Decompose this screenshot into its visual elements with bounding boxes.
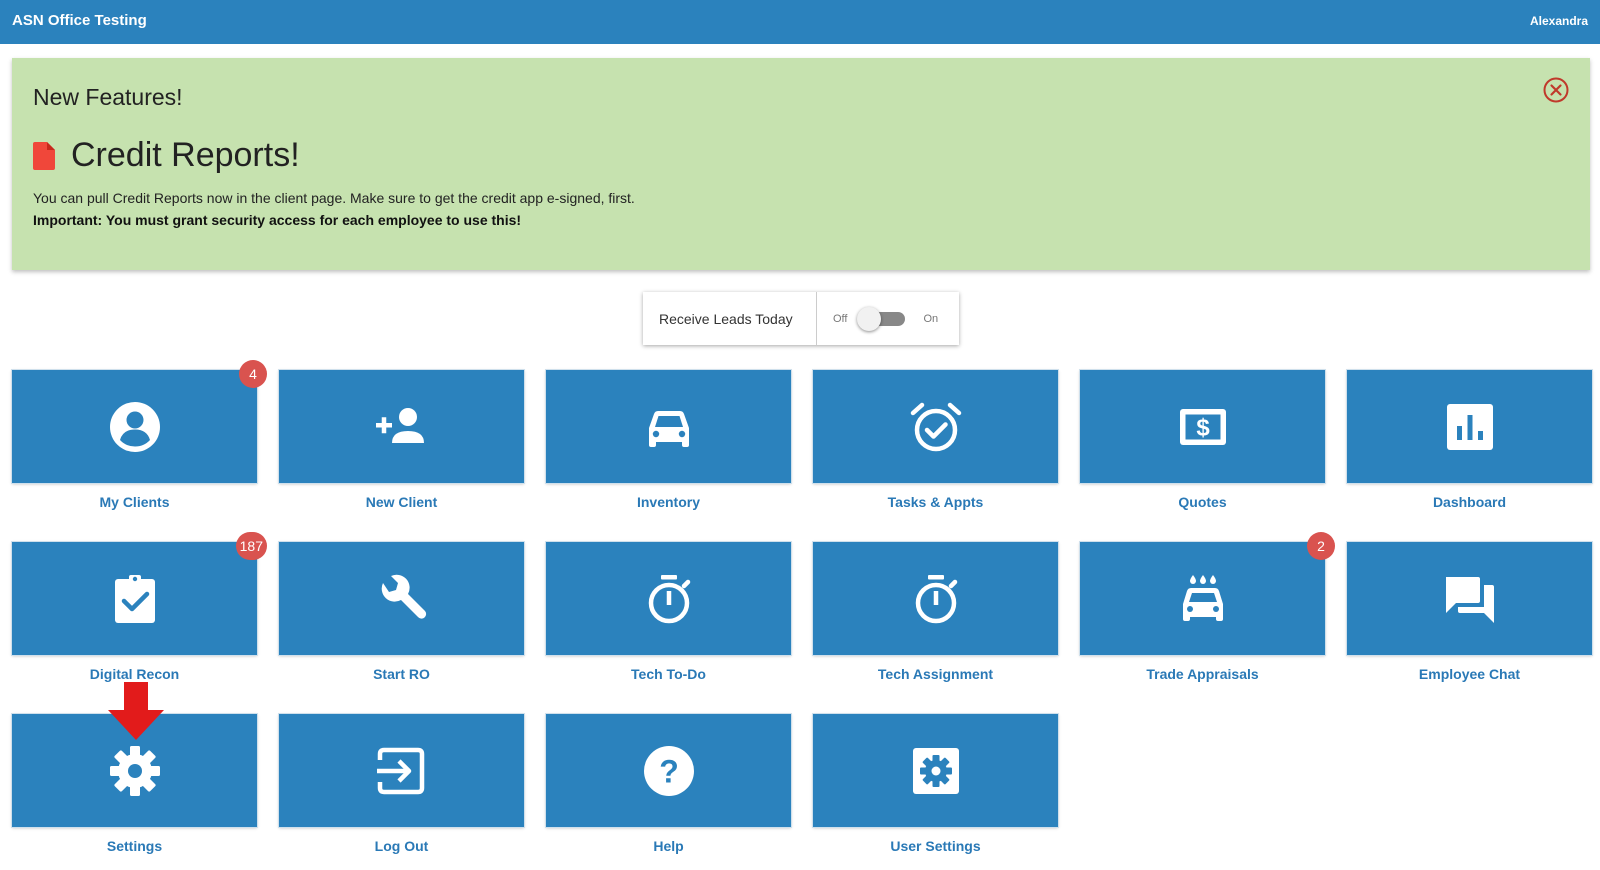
digital-recon-badge: 187 — [235, 532, 267, 560]
wrench-icon — [381, 574, 426, 619]
receive-leads-card: Receive Leads Today Off On — [643, 292, 959, 345]
stopwatch-icon — [915, 574, 957, 623]
tile-label-trade-appraisals[interactable]: Trade Appraisals — [1080, 666, 1325, 682]
tile-tasks-appts[interactable] — [813, 370, 1058, 483]
tile-label-start-ro[interactable]: Start RO — [279, 666, 524, 682]
account-circle-icon — [109, 401, 160, 452]
tile-digital-recon[interactable]: 187 — [12, 532, 267, 655]
user-name[interactable]: Alexandra — [1530, 14, 1588, 28]
arrow-down-icon — [108, 682, 164, 740]
tile-user-settings[interactable] — [813, 714, 1058, 827]
tile-label-new-client[interactable]: New Client — [279, 494, 524, 510]
tile-label-dashboard[interactable]: Dashboard — [1347, 494, 1592, 510]
tile-help[interactable]: ? — [546, 714, 791, 827]
bar-chart-icon — [1446, 403, 1493, 450]
settings-box-icon — [912, 747, 959, 794]
tile-quotes[interactable]: $ — [1080, 370, 1325, 483]
clipboard-check-icon — [114, 574, 155, 623]
tile-label-my-clients[interactable]: My Clients — [12, 494, 257, 510]
dollar-icon: $ — [1179, 408, 1226, 445]
svg-text:?: ? — [659, 753, 679, 789]
feature-message: You can pull Credit Reports now in the c… — [33, 190, 635, 206]
receive-leads-label: Receive Leads Today — [643, 292, 817, 345]
alarm-check-icon — [910, 402, 961, 451]
tile-label-tech-assignment[interactable]: Tech Assignment — [813, 666, 1058, 682]
logout-icon — [376, 747, 424, 794]
stopwatch-icon — [648, 574, 690, 623]
new-features-banner: New Features! Credit Reports! You can pu… — [12, 58, 1590, 270]
app-title: ASN Office Testing — [12, 12, 147, 29]
close-icon[interactable] — [1542, 76, 1570, 104]
tile-label-log-out[interactable]: Log Out — [279, 838, 524, 854]
feature-row: Credit Reports! — [33, 136, 300, 175]
tile-label-tasks-appts[interactable]: Tasks & Appts — [813, 494, 1058, 510]
tile-label-quotes[interactable]: Quotes — [1080, 494, 1325, 510]
gear-icon — [109, 745, 160, 796]
important-message: Important: You must grant security acces… — [33, 212, 522, 228]
tile-tech-assignment[interactable] — [813, 542, 1058, 655]
car-wash-icon — [1182, 574, 1223, 621]
tile-label-user-settings[interactable]: User Settings — [813, 838, 1058, 854]
help-icon: ? — [643, 745, 694, 796]
tile-employee-chat[interactable] — [1347, 542, 1592, 655]
car-icon — [648, 410, 689, 447]
my-clients-badge: 4 — [239, 360, 267, 388]
top-bar: ASN Office Testing Alexandra — [0, 0, 1600, 44]
person-add-icon — [375, 407, 424, 443]
receive-leads-toggle[interactable] — [857, 306, 906, 331]
tile-label-digital-recon[interactable]: Digital Recon — [12, 666, 257, 682]
tile-label-tech-to-do[interactable]: Tech To-Do — [546, 666, 791, 682]
toggle-off-label: Off — [833, 312, 848, 325]
toggle-knob[interactable] — [857, 306, 882, 331]
tile-label-settings[interactable]: Settings — [12, 838, 257, 854]
tile-label-help[interactable]: Help — [546, 838, 791, 854]
tile-log-out[interactable] — [279, 714, 524, 827]
svg-text:$: $ — [1196, 414, 1210, 441]
feature-title: Credit Reports! — [71, 136, 300, 174]
tile-new-client[interactable] — [279, 370, 524, 483]
tile-inventory[interactable] — [546, 370, 791, 483]
tile-start-ro[interactable] — [279, 542, 524, 655]
document-icon — [33, 141, 55, 170]
chat-icon — [1445, 576, 1494, 623]
tile-my-clients[interactable]: 4 — [12, 360, 267, 483]
tile-label-employee-chat[interactable]: Employee Chat — [1347, 666, 1592, 682]
toggle-on-label: On — [923, 312, 939, 325]
banner-heading: New Features! — [33, 84, 183, 110]
tile-dashboard[interactable] — [1347, 370, 1592, 483]
tile-label-inventory[interactable]: Inventory — [546, 494, 791, 510]
tile-trade-appraisals[interactable]: 2 — [1080, 532, 1335, 655]
tile-tech-to-do[interactable] — [546, 542, 791, 655]
trade-appraisals-badge: 2 — [1307, 532, 1335, 560]
